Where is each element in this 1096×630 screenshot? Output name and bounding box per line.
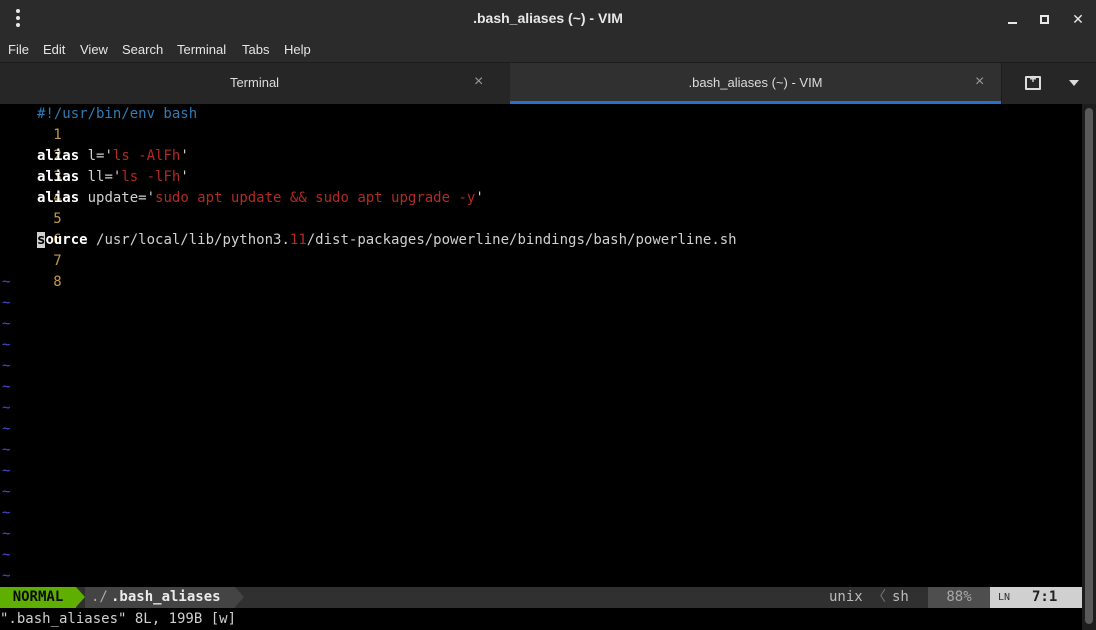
cursor-position: 7:1: [1032, 589, 1058, 605]
close-icon: ✕: [1072, 11, 1084, 27]
string-literal: ls -AlFh: [112, 148, 181, 164]
menu-help[interactable]: Help: [284, 42, 311, 57]
empty-line-tilde: ~: [2, 526, 11, 542]
quote: ': [475, 190, 484, 206]
close-window-button[interactable]: ✕: [1067, 8, 1089, 30]
file-type: sh: [892, 589, 909, 605]
empty-line-tilde: ~: [2, 379, 11, 395]
line-number-icon: LN: [998, 592, 1011, 603]
empty-line-tilde: ~: [2, 295, 11, 311]
editor-line: 6: [0, 209, 61, 248]
code-text: /usr/local/lib/python3.: [87, 232, 290, 248]
file-name: .bash_aliases: [111, 589, 221, 605]
title-bar: .bash_aliases (~) - VIM ✕: [0, 0, 1096, 38]
string-literal: sudo apt update && sudo apt upgrade -y: [155, 190, 476, 206]
scrollbar-thumb[interactable]: [1085, 108, 1093, 624]
close-tab-icon[interactable]: ×: [474, 73, 483, 91]
shebang-comment: #!/usr/bin/env bash: [37, 106, 198, 122]
scrollbar[interactable]: [1082, 104, 1096, 630]
file-format: unix: [829, 589, 863, 605]
editor-line: 5 alias update='sudo apt update && sudo …: [0, 188, 484, 227]
scroll-percent: 88%: [928, 587, 990, 608]
number-literal: 11: [289, 232, 307, 248]
string-literal: ls -lFh: [121, 169, 181, 185]
quote: ': [180, 169, 189, 185]
editor-line: 8: [0, 251, 61, 290]
empty-line-tilde: ~: [2, 568, 11, 584]
menu-view[interactable]: View: [80, 42, 108, 57]
powerline-separator: [76, 587, 85, 607]
minimize-button[interactable]: [1002, 8, 1024, 30]
new-tab-button[interactable]: +: [1020, 72, 1046, 93]
empty-line-tilde: ~: [2, 442, 11, 458]
empty-line-tilde: ~: [2, 316, 11, 332]
tab-dropdown-icon[interactable]: [1069, 80, 1079, 86]
empty-line-tilde: ~: [2, 547, 11, 563]
empty-line-tilde: ~: [2, 337, 11, 353]
menu-bar: File Edit View Search Terminal Tabs Help: [0, 38, 1096, 62]
code-text: /dist-packages/powerline/bindings/bash/p…: [306, 232, 737, 248]
code-text: l=: [79, 148, 105, 164]
empty-line-tilde: ~: [2, 274, 11, 290]
code-text: update=: [79, 190, 147, 206]
quote: ': [180, 148, 189, 164]
segment-separator: 〈: [872, 589, 886, 605]
close-tab-icon[interactable]: ×: [975, 73, 984, 91]
empty-line-tilde: ~: [2, 358, 11, 374]
keyword: ource: [45, 232, 88, 248]
quote: ': [146, 190, 156, 206]
keyword: alias: [37, 169, 80, 185]
vim-statusline: NORMAL ./ .bash_aliases unix 〈 sh 88% LN…: [0, 587, 1082, 608]
mode-indicator: NORMAL: [0, 587, 76, 608]
menu-file[interactable]: File: [8, 42, 29, 57]
file-dir: ./: [91, 589, 108, 605]
menu-tabs[interactable]: Tabs: [242, 42, 269, 57]
tab-bar: Terminal × .bash_aliases (~) - VIM × +: [0, 62, 1096, 104]
code-text: ll=: [79, 169, 113, 185]
tab-terminal[interactable]: Terminal ×: [0, 63, 509, 104]
empty-line-tilde: ~: [2, 505, 11, 521]
keyword: alias: [37, 148, 80, 164]
keyword: alias: [37, 190, 80, 206]
menu-edit[interactable]: Edit: [43, 42, 65, 57]
editor-line: 7 source /usr/local/lib/python3.11/dist-…: [0, 230, 737, 269]
menu-search[interactable]: Search: [122, 42, 163, 57]
tab-label: Terminal: [229, 75, 280, 90]
menu-terminal[interactable]: Terminal: [177, 42, 226, 57]
editor-line: 2: [0, 125, 61, 164]
cursor-position-segment: LN 7:1: [990, 587, 1082, 608]
tab-divider: [1001, 63, 1002, 104]
editor-line: 4 alias ll='ls -lFh': [0, 167, 189, 206]
powerline-separator: [235, 587, 244, 607]
terminal-area[interactable]: 1 #!/usr/bin/env bash 2 3 alias l='ls -A…: [0, 104, 1082, 630]
tab-vim[interactable]: .bash_aliases (~) - VIM ×: [510, 63, 1001, 104]
command-line: ".bash_aliases" 8L, 199B [w]: [0, 608, 1082, 630]
file-path-segment: ./ .bash_aliases: [85, 587, 235, 608]
minimize-icon: [1008, 22, 1017, 24]
tab-label: .bash_aliases (~) - VIM: [688, 75, 823, 90]
editor-line: 1 #!/usr/bin/env bash: [0, 104, 197, 143]
empty-line-tilde: ~: [2, 400, 11, 416]
empty-line-tilde: ~: [2, 421, 11, 437]
maximize-button[interactable]: [1033, 8, 1055, 30]
window-title: .bash_aliases (~) - VIM: [473, 10, 623, 26]
editor-line: 3 alias l='ls -AlFh': [0, 146, 189, 185]
empty-line-tilde: ~: [2, 484, 11, 500]
maximize-icon: [1040, 15, 1049, 24]
line-number: 8: [53, 274, 62, 290]
empty-line-tilde: ~: [2, 463, 11, 479]
quote: ': [104, 148, 113, 164]
